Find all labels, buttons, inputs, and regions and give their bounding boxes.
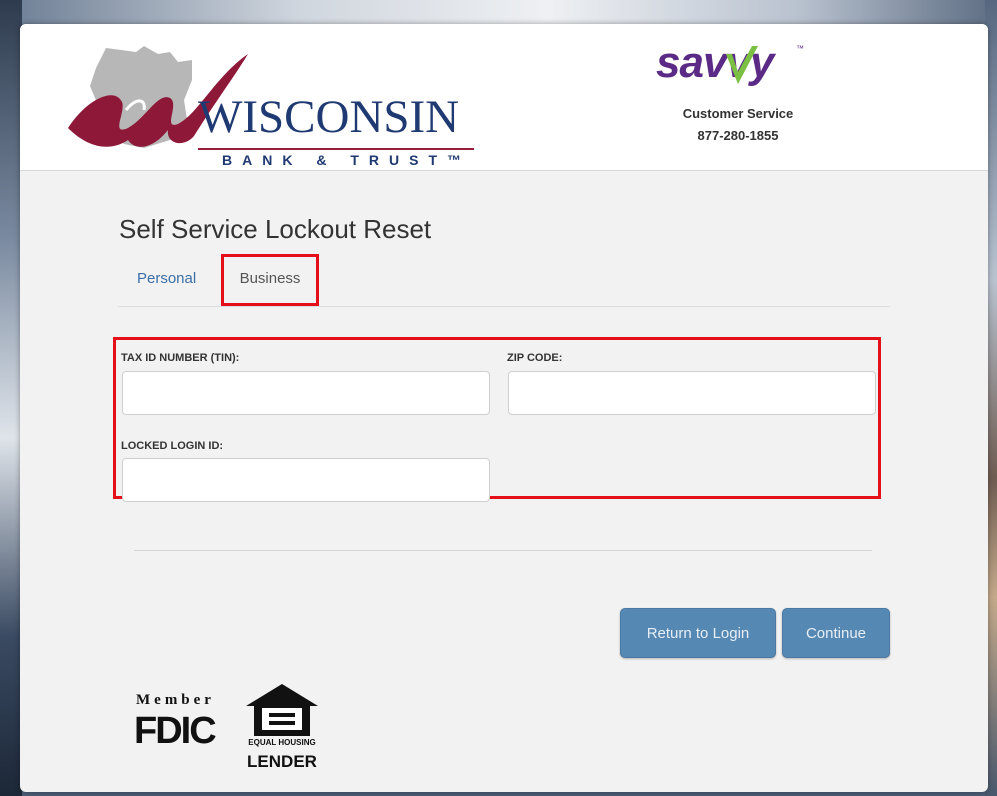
page-title: Self Service Lockout Reset	[119, 214, 432, 244]
savvy-check-icon	[726, 46, 758, 84]
savvy-block: savvy ™ Customer Service 877-280-1855	[648, 38, 828, 148]
equal-housing-lender-logo: EQUAL HOUSING LENDER	[242, 680, 322, 774]
fdic-text: FDIC	[134, 710, 217, 752]
business-form-highlight: TAX ID NUMBER (TIN): ZIP CODE: LOCKED LO…	[113, 337, 881, 502]
tin-input[interactable]	[122, 371, 490, 415]
tin-label: TAX ID NUMBER (TIN):	[121, 352, 240, 364]
bank-name: WISCONSIN	[198, 91, 460, 143]
logo-underline	[198, 148, 474, 150]
savvy-trademark: ™	[796, 44, 804, 53]
equal-housing-house-icon	[246, 684, 318, 736]
return-to-login-button[interactable]: Return to Login	[620, 608, 776, 658]
tab-business[interactable]: Business	[224, 270, 316, 287]
card-header: WISCONSIN BANK & TRUST™ savvy ™ Customer…	[20, 24, 988, 171]
bank-subtitle: BANK & TRUST™	[222, 152, 471, 168]
zip-label: ZIP CODE:	[507, 352, 563, 364]
wisconsin-bank-logo: WISCONSIN BANK & TRUST™	[66, 40, 486, 168]
customer-service-phone: 877-280-1855	[697, 128, 779, 143]
lender-text: LENDER	[247, 752, 317, 771]
equal-housing-text: EQUAL HOUSING	[248, 738, 316, 747]
background-top	[0, 0, 997, 26]
tab-personal[interactable]: Personal	[137, 270, 196, 287]
customer-service-label: Customer Service	[682, 106, 794, 121]
tab-business-highlight: Business	[221, 254, 319, 306]
fdic-member-text: Member	[136, 692, 215, 708]
locked-login-label: LOCKED LOGIN ID:	[121, 440, 224, 452]
zip-input[interactable]	[508, 371, 876, 415]
tab-bar: Personal Business	[118, 254, 890, 307]
background-left	[0, 0, 22, 796]
form-divider	[134, 550, 872, 551]
continue-button[interactable]: Continue	[782, 608, 890, 658]
lockout-card: WISCONSIN BANK & TRUST™ savvy ™ Customer…	[20, 24, 988, 792]
fdic-logo: Member FDIC	[134, 692, 234, 772]
locked-login-input[interactable]	[122, 458, 490, 502]
